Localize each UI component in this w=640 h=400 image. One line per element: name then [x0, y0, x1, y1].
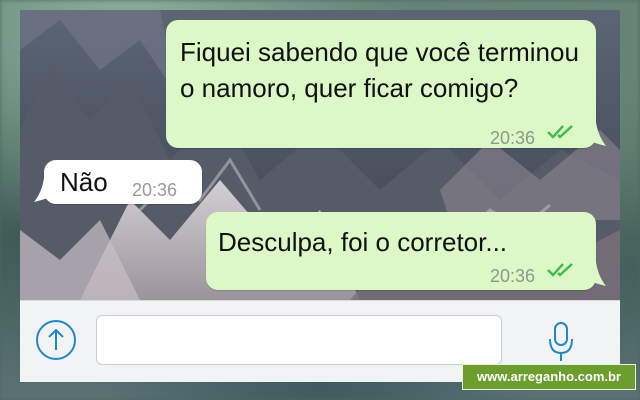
- message-text: Não: [60, 167, 108, 197]
- outgoing-message[interactable]: Fiquei sabendo que você terminou o namor…: [166, 20, 606, 148]
- chat-screen: Fiquei sabendo que você terminou o namor…: [20, 10, 620, 382]
- message-input[interactable]: [96, 315, 502, 365]
- microphone-icon[interactable]: [546, 321, 576, 365]
- double-check-icon: [547, 125, 573, 139]
- outgoing-message[interactable]: Desculpa, foi o corretor... 20:36: [206, 212, 606, 290]
- double-check-icon: [547, 263, 573, 277]
- message-time: 20:36: [490, 266, 536, 286]
- message-text: Fiquei sabendo que você terminou o namor…: [180, 37, 579, 103]
- message-time: 20:36: [132, 180, 178, 200]
- upload-arrow-icon[interactable]: [36, 320, 76, 360]
- bubble-tail: [592, 122, 606, 146]
- message-time: 20:36: [490, 128, 536, 148]
- watermark: www.arreganho.com.br: [462, 364, 636, 390]
- incoming-message[interactable]: Não 20:36: [34, 160, 202, 204]
- message-text: Desculpa, foi o corretor...: [218, 227, 508, 257]
- bubble-tail: [592, 262, 606, 286]
- bubble-tail: [34, 178, 48, 202]
